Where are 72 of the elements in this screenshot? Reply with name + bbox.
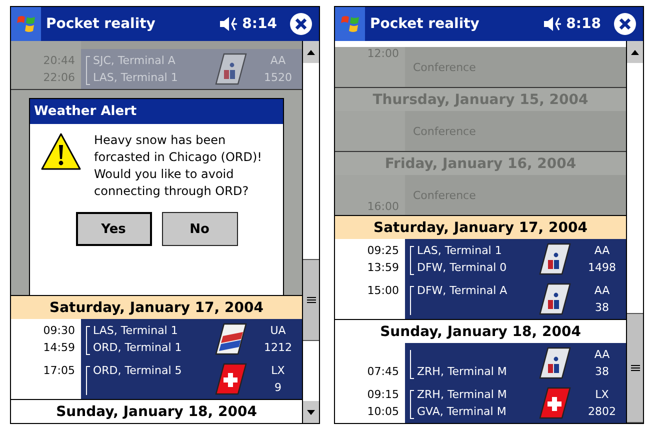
windows-flag-icon (339, 13, 361, 35)
grip-icon (306, 297, 316, 303)
departure-place: SJC, Terminal A (93, 53, 176, 69)
departure-place: ORD, Terminal 5 (93, 363, 183, 379)
arrival-time: 13:59 (367, 260, 399, 276)
scroll-up-button[interactable] (627, 41, 643, 63)
arrival-time: 07:45 (367, 364, 399, 380)
dialog-title: Weather Alert (30, 99, 283, 124)
app-title: Pocket reality (370, 16, 480, 32)
arrival-time: 10:05 (367, 404, 399, 420)
bracket-icon (410, 286, 414, 315)
arrival-place: ZRH, Terminal M (417, 364, 508, 380)
departure-place: ZRH, Terminal M (417, 387, 508, 403)
airline-code: AA (594, 283, 610, 299)
departure-time: 09:25 (367, 243, 399, 259)
up-arrow-icon (307, 50, 315, 54)
flight-number: 1212 (264, 340, 292, 356)
airline-code: UA (270, 323, 286, 339)
bracket-icon (410, 246, 414, 275)
alert-message: Heavy snow has been forcasted in Chicago (ORD)! Would you like to avoid connecting through ORD? (94, 132, 263, 200)
flight-number: 38 (595, 300, 609, 316)
bracket-icon (410, 390, 414, 419)
airline-code: LX (271, 363, 285, 379)
speaker-icon[interactable] (543, 16, 564, 32)
clock-time[interactable]: 8:18 (566, 16, 601, 32)
scroll-thumb[interactable] (303, 259, 319, 341)
airline-code: AA (270, 53, 286, 69)
arrival-place: GVA, Terminal M (417, 404, 508, 420)
flight-number: 1498 (588, 260, 616, 276)
dialog-button[interactable]: Yes (76, 212, 152, 246)
flight-number: 1520 (264, 70, 292, 86)
departure-time: 17:05 (43, 363, 75, 379)
start-button[interactable] (335, 7, 365, 41)
dialog-button[interactable]: No (162, 212, 238, 246)
bracket-icon (86, 366, 90, 395)
arrival-time: 14:59 (43, 340, 75, 356)
speaker-icon[interactable] (219, 16, 240, 32)
scrollbar[interactable] (626, 41, 643, 423)
flight-number: 9 (274, 380, 282, 396)
arrival-place: DFW, Terminal 0 (417, 260, 508, 276)
windows-flag-icon (15, 13, 37, 35)
departure-place: DFW, Terminal A (417, 283, 508, 299)
departure-place: LAS, Terminal 1 (93, 323, 179, 339)
scroll-up-button[interactable] (303, 41, 319, 63)
clock-time[interactable]: 8:14 (242, 16, 277, 32)
scrollbar[interactable] (302, 41, 319, 423)
app-title: Pocket reality (46, 16, 156, 32)
day-header[interactable]: Saturday, January 17, 2004 (11, 295, 302, 319)
down-arrow-icon (307, 410, 315, 414)
departure-place: LAS, Terminal 1 (417, 243, 503, 259)
airline-code: AA (594, 347, 610, 363)
departure-time: 09:15 (367, 387, 399, 403)
start-button[interactable] (11, 7, 41, 41)
bracket-icon (410, 350, 414, 379)
bracket-icon (86, 326, 90, 355)
airline-code: AA (594, 243, 610, 259)
grip-icon (630, 365, 640, 371)
arrival-place: LAS, Terminal 1 (93, 70, 179, 86)
scroll-down-button[interactable] (303, 401, 319, 423)
departure-time: 15:00 (367, 283, 399, 299)
arrival-place: ORD, Terminal 1 (93, 340, 183, 356)
day-header[interactable]: Saturday, January 17, 2004 (335, 215, 626, 239)
departure-time: 09:30 (43, 323, 75, 339)
scroll-thumb[interactable] (627, 313, 643, 423)
airline-code: LX (595, 387, 609, 403)
bracket-icon (86, 56, 90, 85)
close-icon[interactable] (613, 12, 637, 36)
flight-number: 38 (595, 364, 609, 380)
warning-icon (40, 132, 82, 172)
up-arrow-icon (631, 50, 639, 54)
close-icon[interactable] (289, 12, 313, 36)
flight-number: 2802 (588, 404, 616, 420)
